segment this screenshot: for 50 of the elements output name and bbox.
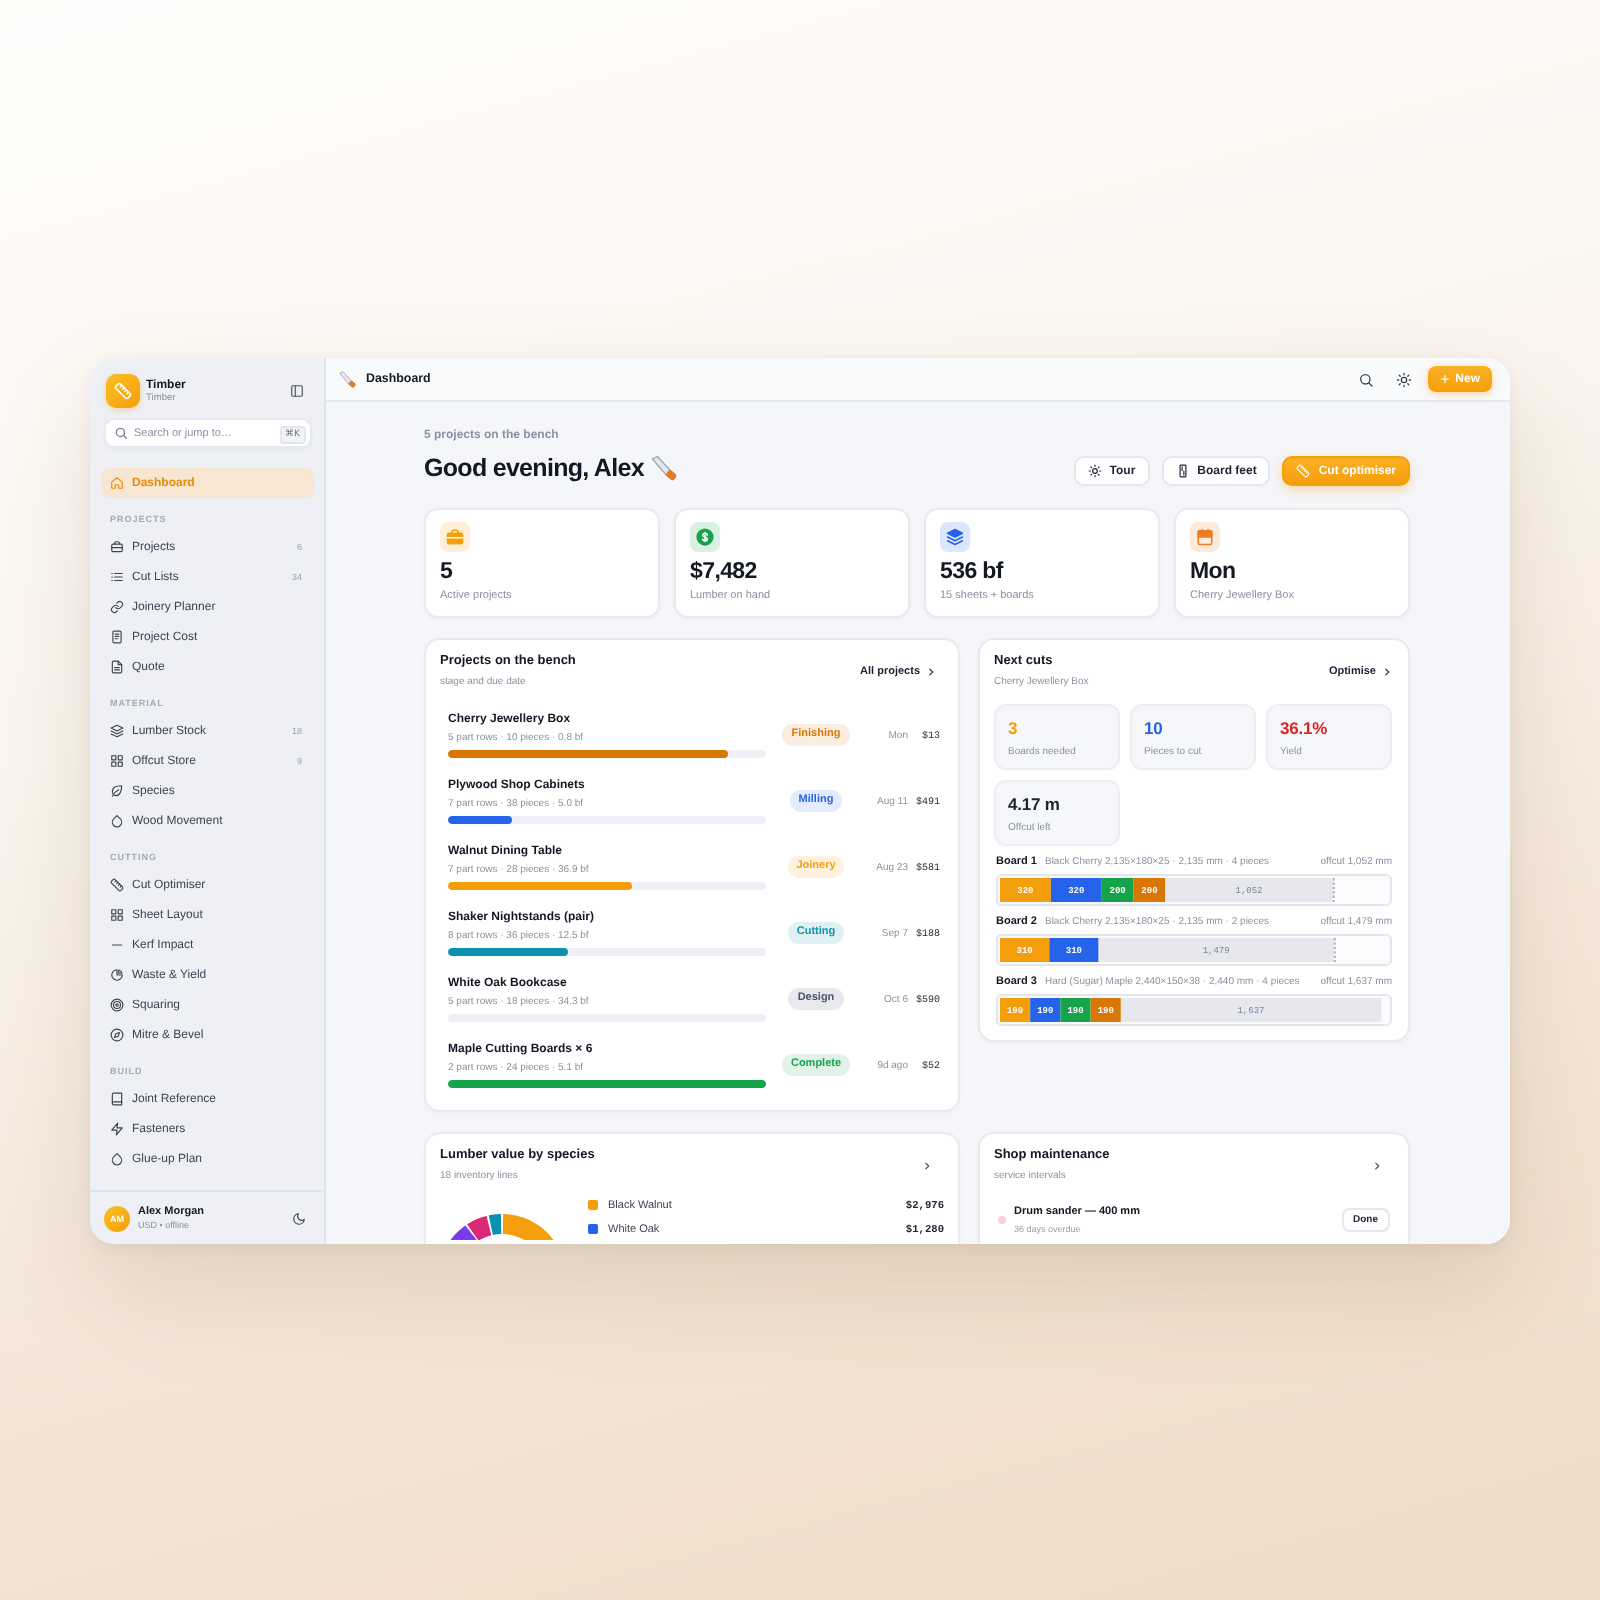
compass-icon: [110, 1028, 124, 1042]
lightning-icon: [110, 1122, 124, 1136]
dollar-coin-icon: [690, 522, 720, 552]
chevron-icon: [926, 665, 936, 677]
plus-icon: [1439, 374, 1450, 384]
minus-icon: [110, 938, 124, 952]
chevron-icon[interactable]: [1372, 1159, 1382, 1171]
layers-icon: [110, 724, 124, 738]
link-icon: [110, 600, 124, 614]
ruler-icon: [110, 878, 124, 892]
ruler-icon: [1296, 464, 1311, 478]
metric-value: 10: [1144, 718, 1163, 740]
sidebar-panel-icon[interactable]: [290, 384, 304, 398]
list-icon: [110, 570, 124, 584]
droplet-icon: [110, 814, 124, 828]
chevron-icon: [1382, 665, 1392, 677]
stat-value: 5: [440, 560, 453, 586]
grid-icon: [110, 754, 124, 768]
metric-value: 4.17 m: [1008, 794, 1060, 816]
stat-value: 536 bf: [940, 560, 1003, 586]
saw-icon: [338, 369, 358, 389]
ruler-logo-icon: [106, 374, 140, 408]
book-icon: [110, 1092, 124, 1106]
plank-icon: [1175, 464, 1190, 478]
metric-value: 36.1%: [1280, 718, 1328, 740]
briefcase-icon: [440, 522, 470, 552]
receipt-icon: [110, 630, 124, 644]
greeting-heading: Good evening, Alex: [424, 452, 644, 486]
grid-icon: [110, 908, 124, 922]
metric-value: 3: [1008, 718, 1018, 740]
saw-icon: [649, 453, 680, 483]
stat-value: $7,482: [690, 560, 757, 586]
sun-icon[interactable]: [1395, 371, 1412, 387]
search-icon: [113, 426, 127, 440]
home-icon: [110, 476, 124, 490]
chevron-icon[interactable]: [922, 1159, 932, 1171]
leaf-icon: [110, 784, 124, 798]
calendar-icon: [1190, 522, 1220, 552]
target-icon: [110, 998, 124, 1012]
layers-icon: [940, 522, 970, 552]
board-end-marker: [1333, 938, 1336, 962]
document-icon: [110, 660, 124, 674]
pie-chart-icon: [110, 968, 124, 982]
droplet-icon: [110, 1152, 124, 1166]
stat-value: Mon: [1190, 560, 1236, 586]
search-icon[interactable]: [1357, 371, 1374, 387]
board-end-marker: [1332, 878, 1335, 902]
briefcase-icon: [110, 540, 124, 554]
sun-icon: [1087, 464, 1102, 478]
moon-icon[interactable]: [292, 1211, 306, 1225]
